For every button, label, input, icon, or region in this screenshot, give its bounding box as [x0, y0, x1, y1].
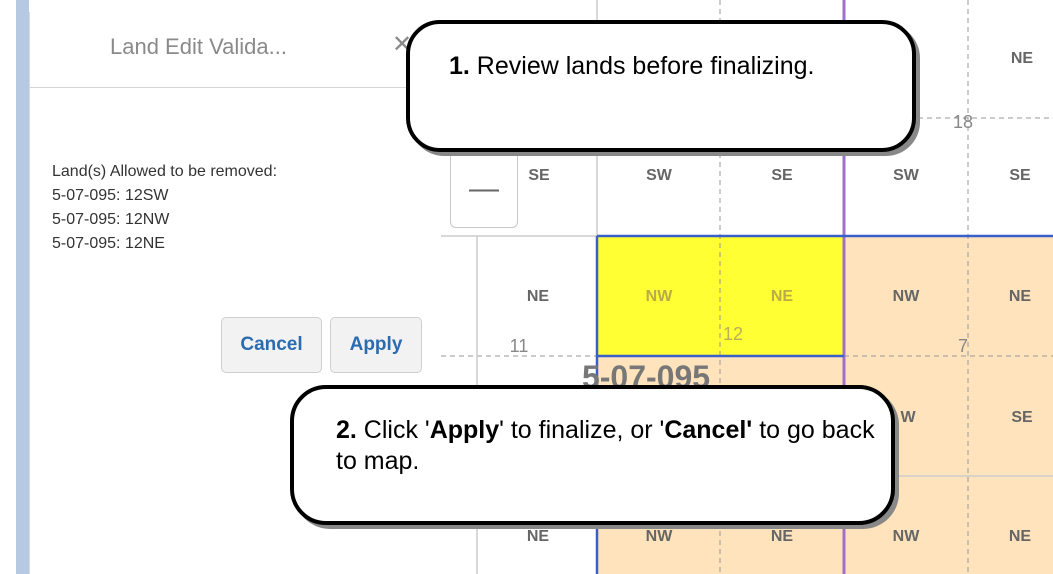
panel-header: Land Edit Valida... ✕: [30, 12, 442, 88]
q-label: SE: [771, 167, 793, 184]
cancel-button[interactable]: Cancel: [221, 317, 322, 373]
q-label: NE: [1011, 50, 1034, 67]
callout-step-number: 1.: [449, 52, 470, 80]
callout-review-lands: 1. Review lands before finalizing.: [406, 20, 916, 152]
land-item: 5-07-095: 12SW: [52, 187, 169, 204]
callout-text: Review lands before finalizing.: [469, 52, 815, 80]
q-label: SE: [1009, 167, 1031, 184]
section-number-12: 12: [723, 324, 743, 344]
callout-text: ' to finalize, or ': [499, 416, 665, 444]
panel-body: Land(s) Allowed to be removed: 5-07-095:…: [52, 160, 277, 256]
q-label: NE: [1009, 528, 1032, 545]
q-label: NW: [646, 528, 674, 545]
callout-step-number: 2.: [336, 416, 357, 444]
removable-lands-heading: Land(s) Allowed to be removed:: [52, 163, 278, 180]
panel-title: Land Edit Valida...: [110, 34, 287, 59]
q-label: SW: [646, 167, 673, 184]
callout-cancel-word: Cancel': [664, 416, 753, 444]
q-label: NE: [1009, 288, 1032, 305]
zoom-out-button[interactable]: —: [450, 150, 518, 228]
q-label: NE: [527, 288, 550, 305]
callout-apply-or-cancel: 2. Click 'Apply' to finalize, or 'Cancel…: [290, 385, 895, 525]
q-label: SW: [893, 167, 920, 184]
q-label: SE: [528, 167, 550, 184]
callout-apply-word: Apply: [429, 416, 500, 444]
section-number-18: 18: [953, 112, 973, 132]
section-number-7: 7: [958, 336, 968, 356]
q-label: NW: [893, 288, 921, 305]
q-label: NW: [893, 528, 921, 545]
callout-text: Click ': [356, 416, 430, 444]
section-number-11: 11: [510, 336, 529, 356]
apply-button[interactable]: Apply: [330, 317, 422, 373]
q-label: SE: [1011, 409, 1033, 426]
land-item: 5-07-095: 12NW: [52, 211, 170, 228]
q-label: NW: [646, 288, 674, 305]
q-label: NE: [527, 528, 550, 545]
q-label: NE: [771, 288, 794, 305]
land-item: 5-07-095: 12NE: [52, 235, 165, 252]
q-label: W: [900, 409, 916, 426]
q-label: NE: [771, 528, 794, 545]
